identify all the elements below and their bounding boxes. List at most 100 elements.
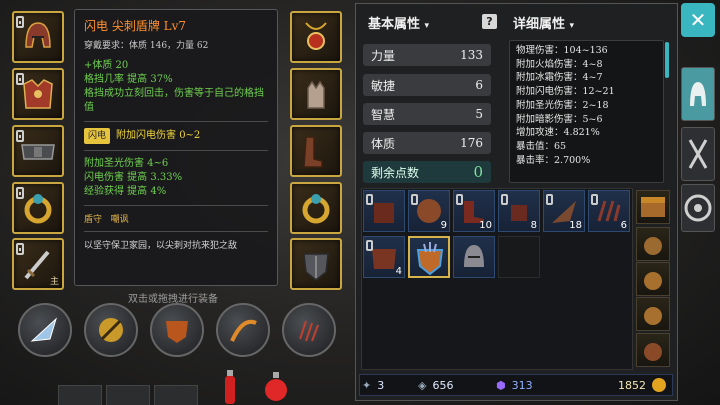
equip-slot-weapon[interactable]: 主: [12, 238, 64, 290]
sack-icon: [644, 272, 662, 290]
equip-slot-gloves[interactable]: [290, 68, 342, 120]
skill-name: 嘲讽: [110, 215, 129, 225]
gold-value: 1852: [618, 378, 646, 392]
divider: [84, 121, 268, 122]
detailed-attributes-label: 详细属性: [513, 17, 566, 32]
skill-button[interactable]: [84, 303, 138, 357]
lock-icon: [16, 73, 24, 85]
skill-button[interactable]: [282, 303, 336, 357]
treasure-chest-icon[interactable]: [636, 190, 670, 224]
scrolls-value: 656: [432, 378, 454, 392]
stat-constitution: 体质 176: [363, 132, 491, 154]
pouch-icon: [644, 343, 662, 361]
detail-stat: 暴击率：2.700%: [516, 154, 591, 166]
detail-stat: 增加攻速：4.821%: [516, 127, 600, 139]
lock-icon: [16, 16, 24, 28]
stat-value: 176: [460, 136, 483, 150]
helmet-icon: [25, 22, 51, 48]
potion-icon[interactable]: [222, 370, 238, 405]
stat-label: 体质: [371, 136, 396, 151]
tab-skills[interactable]: [681, 184, 715, 232]
inventory-item[interactable]: 8: [498, 190, 540, 232]
detail-stat: 附加火焰伤害：4~8: [516, 58, 603, 70]
skill-button[interactable]: [18, 303, 72, 357]
detail-stat: 附加暗影伤害：5~6: [516, 113, 603, 125]
stat-label: 力量: [371, 48, 396, 63]
quick-slot[interactable]: [154, 385, 198, 405]
lock-icon: [366, 194, 373, 205]
inventory-item[interactable]: [363, 190, 405, 232]
equip-slot-boots[interactable]: [290, 125, 342, 177]
detail-stat: 附加闪电伤害：12~21: [516, 86, 615, 98]
detail-stat: 附加圣光伤害：2~18: [516, 99, 609, 111]
divider: [84, 231, 268, 232]
item-tooltip: 闪电 尖刺盾牌 Lv7 穿戴要求：体质 146，力量 62 +体质 20 格挡几…: [74, 9, 278, 286]
item-skill: 盾守 嘲讽: [84, 212, 268, 225]
inventory-item[interactable]: 10: [453, 190, 495, 232]
lock-icon: [501, 194, 508, 205]
inventory-item-empty[interactable]: [498, 236, 540, 278]
equip-slot-helmet[interactable]: [12, 11, 64, 63]
lock-icon: [591, 194, 598, 205]
equip-slot-offhand[interactable]: [290, 238, 342, 290]
gloves-icon: [307, 80, 325, 109]
magic-prop: 附加圣光伤害 4~6: [84, 158, 169, 169]
lock-icon: [366, 240, 373, 251]
gems-counter: ⬢ 313: [496, 376, 533, 394]
material-slot[interactable]: [636, 297, 670, 331]
scrolls-counter: ◈ 656: [418, 376, 453, 394]
equip-slot-amulet[interactable]: [290, 11, 342, 63]
detailed-stats-list[interactable]: 物理伤害：104~136 附加火焰伤害：4~8 附加冰霜伤害：4~7 附加闪电伤…: [509, 40, 664, 183]
equip-slot-ring-2[interactable]: [290, 182, 342, 234]
lock-icon: [16, 130, 24, 142]
inventory-item[interactable]: 6: [588, 190, 630, 232]
health-flask-icon[interactable]: [262, 372, 290, 405]
tab-character[interactable]: [681, 67, 715, 121]
shield-skill-icon: [166, 321, 188, 343]
ring-icon: [24, 194, 52, 224]
equip-slot-ring[interactable]: [12, 182, 64, 234]
inventory-item[interactable]: [453, 236, 495, 278]
detail-scrollbar[interactable]: [665, 42, 669, 78]
element-line: 闪电 附加闪电伤害 0~2: [84, 128, 268, 144]
gold-counter: 1852: [618, 376, 666, 394]
detailed-attributes-tab[interactable]: 详细属性 ▾: [513, 13, 574, 32]
stat-agility: 敏捷 6: [363, 74, 491, 96]
dropdown-icon: ▾: [569, 21, 575, 31]
close-button[interactable]: ✕: [681, 3, 715, 37]
material-slot[interactable]: [636, 333, 670, 367]
boots-icon: [303, 136, 323, 168]
material-slot[interactable]: [636, 227, 670, 261]
stat-wisdom: 智慧 5: [363, 103, 491, 125]
magic-prop: 闪电伤害 提高 3.33%: [84, 172, 183, 183]
belt-icon: [21, 144, 55, 160]
stat-value: 133: [460, 48, 483, 62]
material-slot[interactable]: [636, 262, 670, 296]
slash-skill-icon: [230, 319, 257, 342]
quick-slot[interactable]: [106, 385, 150, 405]
dropdown-icon: ▾: [424, 21, 430, 31]
divider: [84, 150, 268, 151]
equip-slot-belt[interactable]: [12, 125, 64, 177]
inventory-item-selected[interactable]: [408, 236, 450, 278]
inventory-item[interactable]: 9: [408, 190, 450, 232]
skill-button[interactable]: [150, 303, 204, 357]
skill-label: 盾守: [84, 215, 103, 225]
equip-slot-armor[interactable]: [12, 68, 64, 120]
gold-coin-icon: [652, 378, 666, 392]
lock-icon: [16, 187, 24, 199]
inventory-item[interactable]: 18: [543, 190, 585, 232]
gem-icon: ⬢: [496, 378, 506, 392]
stat-strength: 力量 133: [363, 44, 491, 66]
lock-icon: [16, 243, 24, 255]
inventory-item[interactable]: 4: [363, 236, 405, 278]
quick-slot[interactable]: [58, 385, 102, 405]
scroll-icon: ◈: [418, 378, 427, 392]
helmet-icon: [464, 245, 484, 267]
gems-value: 313: [511, 378, 533, 392]
stat-label: 敏捷: [371, 78, 396, 93]
basic-attributes-tab[interactable]: 基本属性 ▾: [368, 13, 429, 32]
tab-equipment[interactable]: [681, 127, 715, 181]
skill-button[interactable]: [216, 303, 270, 357]
help-icon[interactable]: ?: [482, 14, 497, 29]
